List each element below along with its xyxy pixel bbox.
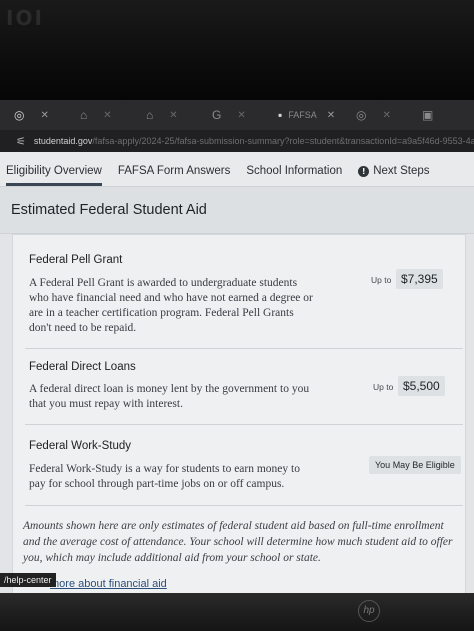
- g-icon: G: [212, 108, 222, 122]
- building-icon: ⌂: [146, 108, 154, 122]
- browser-tab[interactable]: ⌂ ✕: [72, 104, 132, 126]
- tab-next-steps[interactable]: ! Next Steps: [358, 165, 429, 186]
- chrome-icon: ◎: [14, 108, 25, 122]
- estimate-disclaimer: Amounts shown here are only estimates of…: [23, 520, 453, 564]
- aid-card: Federal Pell Grant A Federal Pell Grant …: [12, 234, 466, 631]
- close-icon[interactable]: ✕: [237, 110, 245, 121]
- aid-name-pell-grant: Federal Pell Grant: [29, 254, 123, 266]
- fafsa-icon: ▪: [278, 108, 283, 122]
- amount-prefix: Up to: [371, 275, 392, 285]
- aid-description-direct-loans: A federal direct loan is money lent by t…: [29, 383, 310, 410]
- tab-fafsa-form-answers[interactable]: FAFSA Form Answers: [118, 165, 230, 186]
- divider: [25, 505, 463, 506]
- monitor-bezel: [0, 593, 474, 631]
- address-path: /fafsa-apply/2024-25/fafsa-submission-su…: [92, 136, 474, 146]
- divider: [25, 348, 463, 349]
- hp-logo-icon: hp: [358, 600, 380, 622]
- amount-prefix: Up to: [373, 382, 394, 392]
- close-icon[interactable]: ✕: [40, 110, 48, 121]
- tab-label: FAFSA: [288, 110, 317, 120]
- amount-direct-loans: $5,500: [398, 376, 445, 396]
- background-room: IOI: [0, 0, 474, 100]
- aid-description-work-study: Federal Work-Study is a way for students…: [29, 463, 300, 490]
- tab-label: Next Steps: [373, 165, 430, 177]
- close-icon[interactable]: ✕: [103, 110, 111, 121]
- page: Eligibility Overview FAFSA Form Answers …: [0, 152, 474, 631]
- aid-name-work-study: Federal Work-Study: [29, 440, 132, 452]
- close-icon[interactable]: ✕: [327, 110, 335, 121]
- browser-tab[interactable]: ◎ ✕: [348, 104, 408, 126]
- aid-description-pell-grant: A Federal Pell Grant is awarded to under…: [29, 277, 313, 334]
- status-badge: You May Be Eligible: [369, 456, 461, 474]
- building-icon: ⌂: [80, 108, 88, 122]
- summary-nav: Eligibility Overview FAFSA Form Answers …: [0, 152, 474, 187]
- section-header: Estimated Federal Student Aid: [0, 187, 474, 234]
- aid-name-direct-loans: Federal Direct Loans: [29, 361, 136, 373]
- close-icon[interactable]: ✕: [382, 110, 390, 121]
- address-host: studentaid.gov: [33, 136, 93, 146]
- link-url-tooltip: /help-center: [0, 573, 56, 587]
- more-about-financial-aid-link[interactable]: more about financial aid: [50, 578, 167, 590]
- browser-tab[interactable]: ◎ ✕: [6, 104, 66, 126]
- amount-pell-grant: $7,395: [396, 269, 443, 289]
- tab-eligibility-overview[interactable]: Eligibility Overview: [6, 165, 102, 186]
- tab-label: Eligibility Overview: [6, 165, 102, 177]
- tab-label: School Information: [246, 165, 343, 177]
- tab-label: FAFSA Form Answers: [117, 165, 231, 177]
- divider: [25, 424, 463, 425]
- browser-tab[interactable]: ▣: [414, 104, 474, 126]
- page-title: Estimated Federal Student Aid: [11, 202, 207, 218]
- background-sign: IOI: [6, 6, 44, 30]
- close-icon[interactable]: ✕: [169, 110, 177, 121]
- tab-school-information[interactable]: School Information: [246, 165, 342, 186]
- browser-tab[interactable]: ⌂ ✕: [138, 104, 198, 126]
- info-icon: !: [358, 165, 370, 177]
- address-bar[interactable]: ⚟ studentaid.gov /fafsa-apply/2024-25/fa…: [0, 130, 474, 152]
- browser-tab-fafsa[interactable]: ▪ FAFSA ✕: [270, 104, 342, 126]
- page-icon: ▣: [422, 108, 434, 122]
- site-settings-icon[interactable]: ⚟: [16, 135, 26, 148]
- browser-tab[interactable]: G ✕: [204, 104, 264, 126]
- browser-tab-strip: ◎ ✕ ⌂ ✕ ⌂ ✕ G ✕ ▪ FAFSA ✕ ◎ ✕ ▣: [0, 100, 474, 130]
- chrome-icon: ◎: [356, 108, 367, 122]
